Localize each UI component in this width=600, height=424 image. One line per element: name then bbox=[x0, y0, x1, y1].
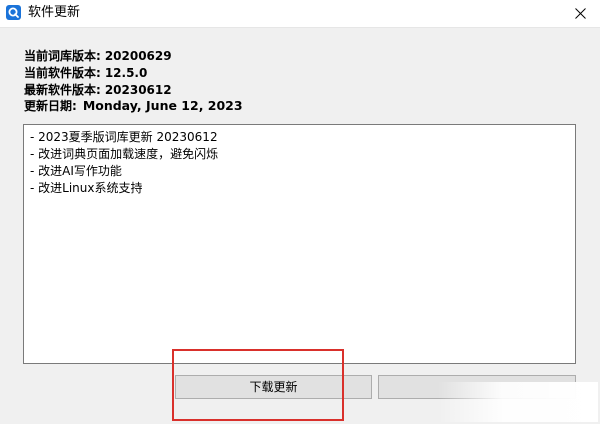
app-version-label: 当前软件版本: bbox=[24, 66, 101, 80]
update-date-value: Monday, June 12, 2023 bbox=[82, 98, 243, 113]
app-logo-icon bbox=[6, 5, 21, 20]
close-button[interactable] bbox=[560, 0, 600, 27]
dict-version-value: 20200629 bbox=[104, 49, 172, 63]
update-date-label: 更新日期: bbox=[24, 99, 77, 113]
close-icon bbox=[575, 8, 586, 19]
secondary-button[interactable] bbox=[378, 375, 576, 399]
update-date-row: 更新日期: Monday, June 12, 2023 bbox=[24, 98, 243, 114]
app-version-row: 当前软件版本: 12.5.0 bbox=[24, 65, 147, 81]
dict-version-row: 当前词库版本: 20200629 bbox=[24, 48, 172, 64]
release-note-item: - 改进AI写作功能 bbox=[30, 164, 122, 178]
release-note-item: - 改进词典页面加载速度，避免闪烁 bbox=[30, 147, 219, 161]
latest-version-value: 20230612 bbox=[104, 83, 172, 97]
app-version-value: 12.5.0 bbox=[104, 66, 148, 80]
title-bar: 软件更新 bbox=[0, 0, 600, 28]
release-note-item: - 改进Linux系统支持 bbox=[30, 181, 143, 195]
latest-version-label: 最新软件版本: bbox=[24, 83, 101, 97]
dict-version-label: 当前词库版本: bbox=[24, 49, 101, 63]
release-notes-box[interactable]: - 2023夏季版词库更新 20230612 - 改进词典页面加载速度，避免闪烁… bbox=[23, 124, 576, 364]
latest-version-row: 最新软件版本: 20230612 bbox=[24, 82, 172, 98]
window-title: 软件更新 bbox=[28, 5, 81, 20]
release-note-item: - 2023夏季版词库更新 20230612 bbox=[30, 130, 218, 144]
download-update-button[interactable]: 下载更新 bbox=[175, 375, 372, 399]
